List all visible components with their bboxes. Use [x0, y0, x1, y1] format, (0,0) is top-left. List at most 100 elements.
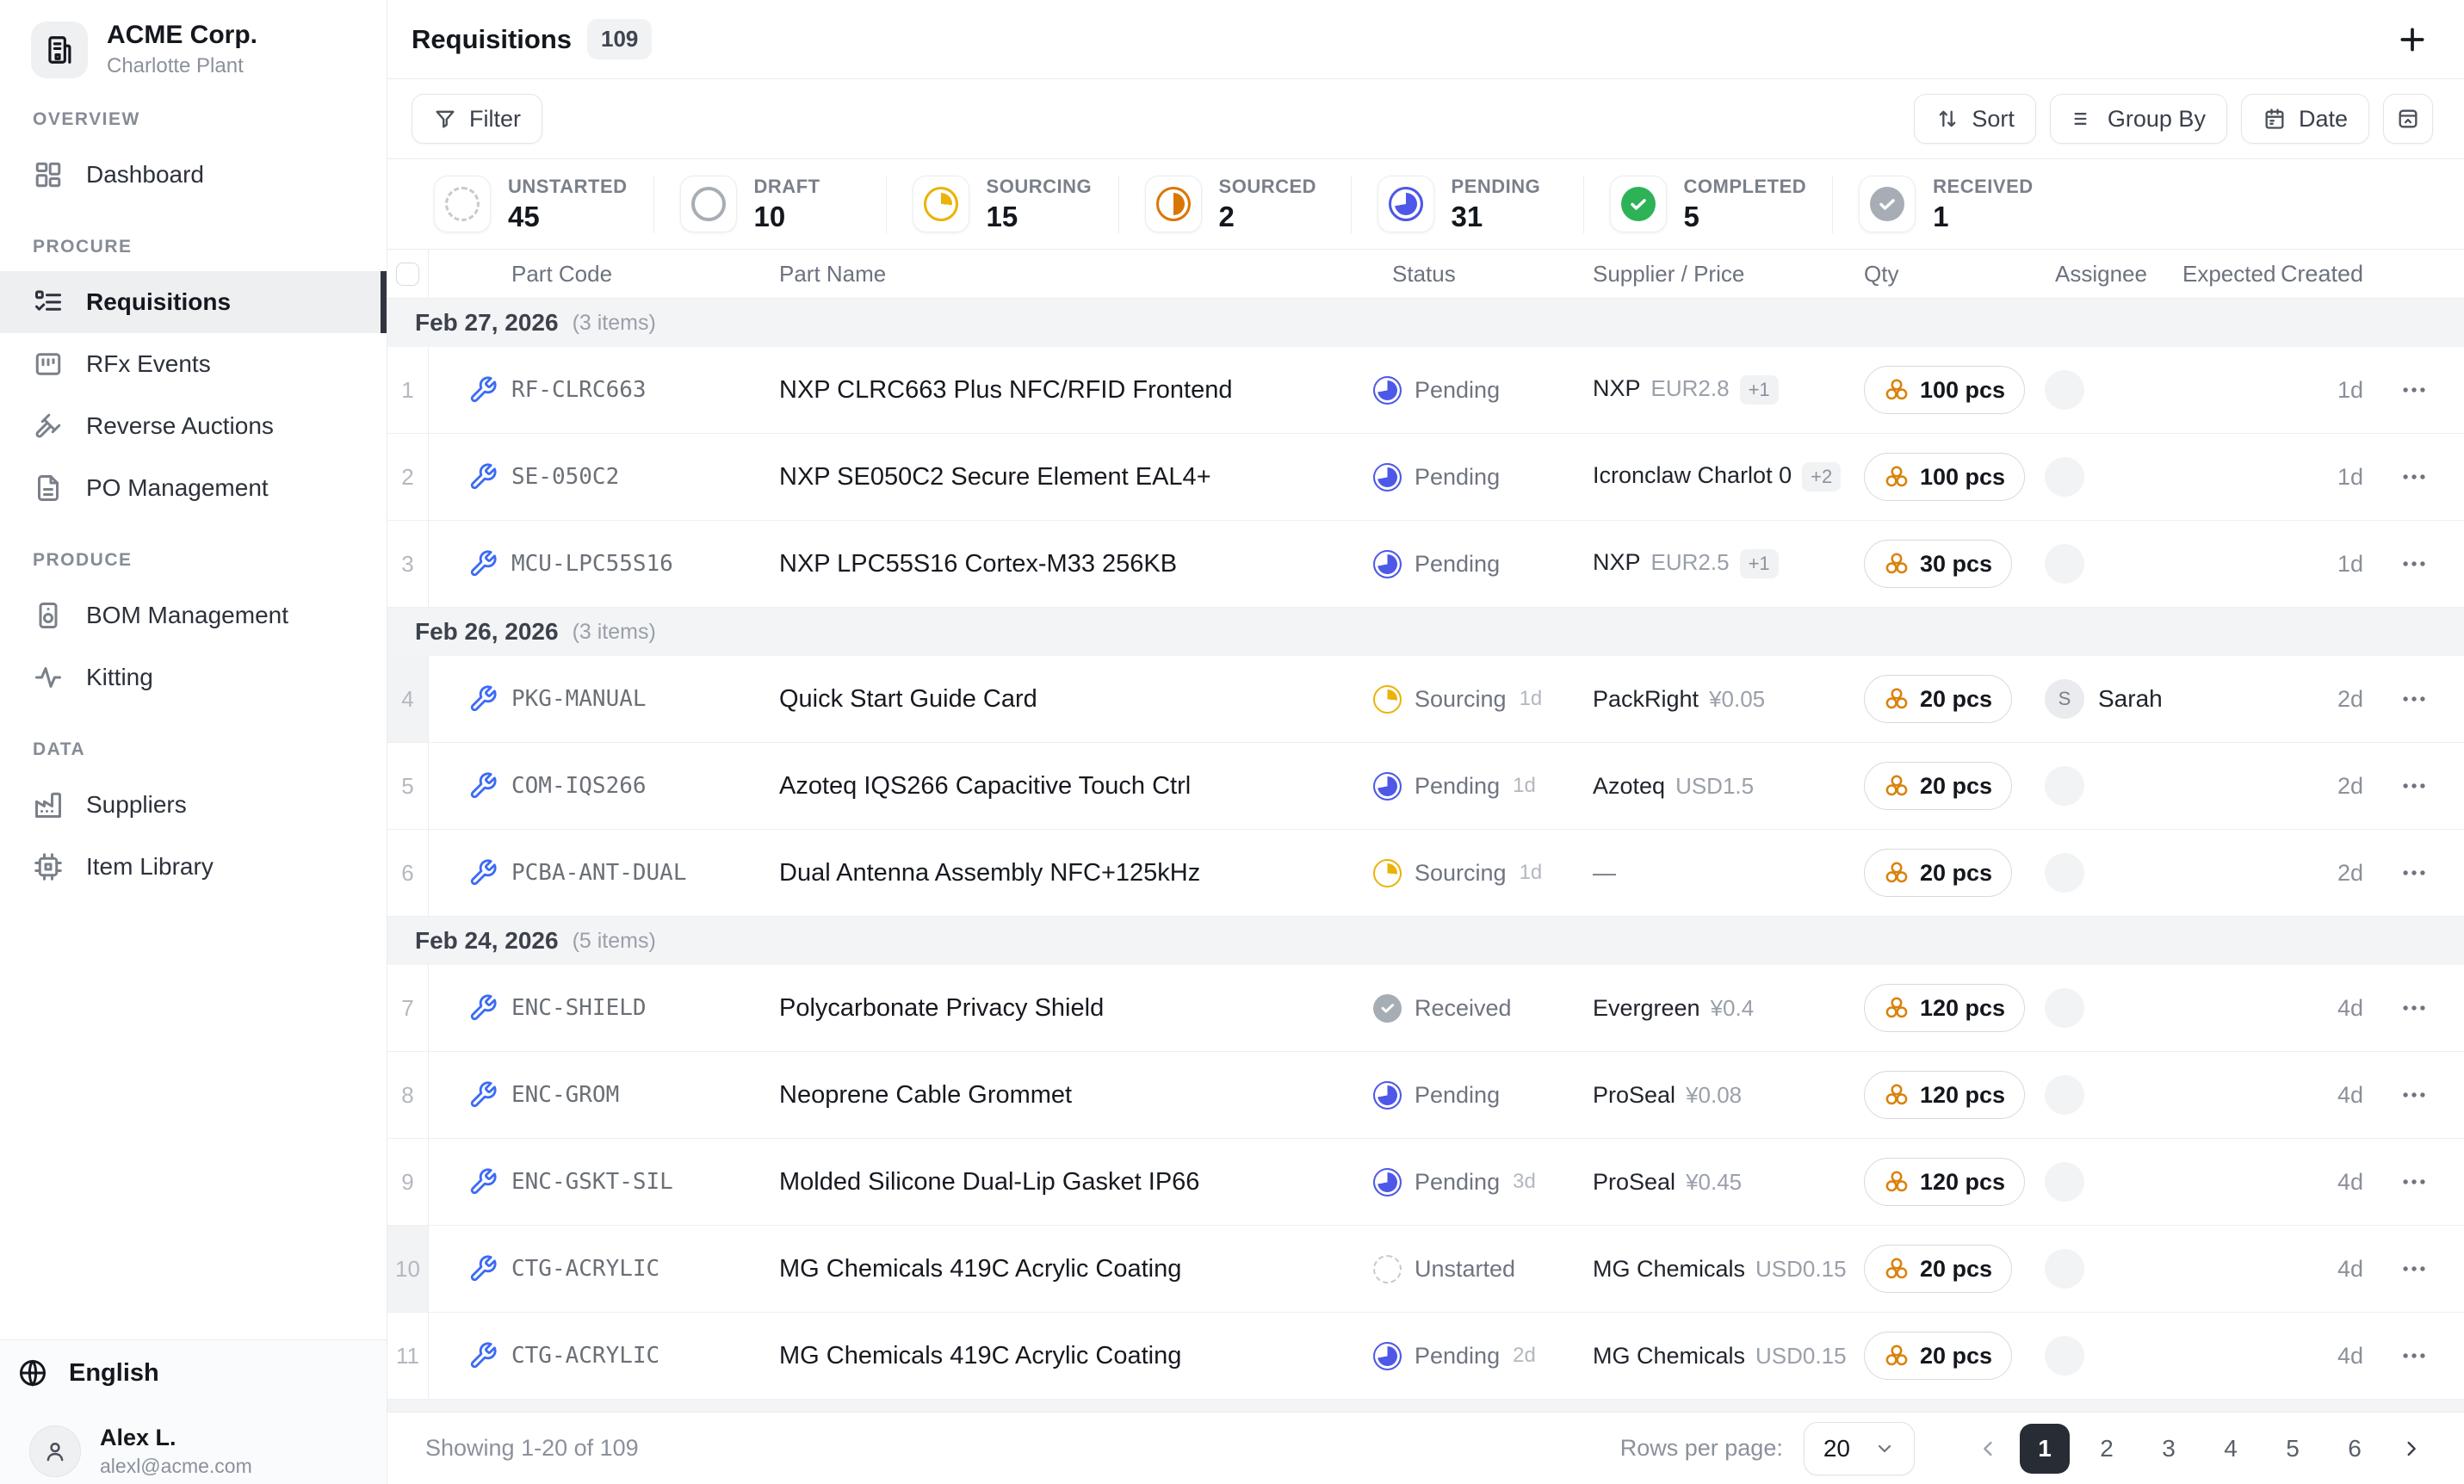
group-count: (3 items): [573, 620, 656, 645]
qty-pill: 30 pcs: [1864, 540, 2012, 588]
section-label-data: DATA: [0, 708, 387, 774]
summary-sourcing[interactable]: SOURCING 15: [913, 176, 1119, 233]
summary-value: 45: [508, 201, 628, 233]
part-name: Quick Start Guide Card: [779, 685, 1037, 713]
table-row[interactable]: 8 ENC-GROM Neoprene Cable Grommet Pendin…: [387, 1052, 2464, 1139]
group-count: (5 items): [573, 929, 656, 954]
row-menu-button[interactable]: [2363, 771, 2464, 801]
summary-label: DRAFT: [754, 176, 820, 198]
created-cell: 2d: [2273, 860, 2363, 887]
row-menu-button[interactable]: [2363, 549, 2464, 578]
table-row[interactable]: 11 CTG-ACRYLIC MG Chemicals 419C Acrylic…: [387, 1313, 2464, 1400]
row-menu-button[interactable]: [2363, 1167, 2464, 1196]
prev-page-button[interactable]: [1970, 1424, 2008, 1474]
row-menu-button[interactable]: [2363, 684, 2464, 714]
rows-per-page-select[interactable]: 20: [1804, 1422, 1915, 1475]
units-icon: [1884, 377, 1910, 403]
row-menu-button[interactable]: [2363, 1254, 2464, 1283]
user-menu[interactable]: Alex L. alexl@acme.com: [29, 1425, 369, 1478]
panel-chevron-icon: [2396, 107, 2420, 131]
summary-value: 2: [1219, 201, 1317, 233]
sidebar-item-rfx-events[interactable]: RFx Events: [0, 333, 387, 395]
qty-pill: 20 pcs: [1864, 762, 2012, 810]
page-button-1[interactable]: 1: [2020, 1424, 2070, 1474]
chip-icon: [33, 851, 64, 882]
summary-pending[interactable]: PENDING 31: [1377, 176, 1584, 233]
table-row[interactable]: 4 PKG-MANUAL Quick Start Guide Card Sour…: [387, 656, 2464, 743]
next-page-button[interactable]: [2392, 1424, 2430, 1474]
row-menu-button[interactable]: [2363, 462, 2464, 492]
sidebar-item-item-library[interactable]: Item Library: [0, 836, 387, 898]
status-draft-icon: [691, 187, 726, 221]
table-row[interactable]: 1 RF-CLRC663 NXP CLRC663 Plus NFC/RFID F…: [387, 347, 2464, 434]
page-button-2[interactable]: 2: [2082, 1424, 2132, 1474]
part-name: MG Chemicals 419C Acrylic Coating: [779, 1342, 1181, 1370]
qty-value: 20 pcs: [1920, 1343, 1992, 1370]
table-row[interactable]: 9 ENC-GSKT-SIL Molded Silicone Dual-Lip …: [387, 1139, 2464, 1226]
supplier-price: USD0.15: [1755, 1256, 1847, 1283]
sidebar-item-requisitions[interactable]: Requisitions: [0, 271, 387, 333]
row-menu-button[interactable]: [2363, 375, 2464, 405]
sidebar-item-reverse-auctions[interactable]: Reverse Auctions: [0, 395, 387, 457]
summary-received[interactable]: RECEIVED 1: [1859, 176, 2065, 233]
status-label: Sourcing: [1415, 686, 1507, 713]
row-menu-button[interactable]: [2363, 858, 2464, 887]
language-selector[interactable]: English: [17, 1354, 369, 1392]
sort-button[interactable]: Sort: [1914, 94, 2036, 144]
rfx-card-icon: [33, 349, 64, 380]
sidebar-item-po-management[interactable]: PO Management: [0, 457, 387, 519]
date-button[interactable]: Date: [2241, 94, 2369, 144]
table-row[interactable]: 3 MCU-LPC55S16 NXP LPC55S16 Cortex-M33 2…: [387, 521, 2464, 608]
table-row[interactable]: 2 SE-050C2 NXP SE050C2 Secure Element EA…: [387, 434, 2464, 521]
page-button-4[interactable]: 4: [2206, 1424, 2256, 1474]
table-row[interactable]: 5 COM-IQS266 Azoteq IQS266 Capacitive To…: [387, 743, 2464, 830]
user-email: alexl@acme.com: [100, 1455, 252, 1478]
status-received-icon: [1373, 994, 1402, 1023]
table-row[interactable]: 7 ENC-SHIELD Polycarbonate Privacy Shiel…: [387, 965, 2464, 1052]
table-row[interactable]: 10 CTG-ACRYLIC MG Chemicals 419C Acrylic…: [387, 1226, 2464, 1313]
table-header: Part Code Part Name Status Supplier / Pr…: [387, 250, 2464, 299]
org-switcher[interactable]: ACME Corp. Charlotte Plant: [0, 0, 387, 78]
status-label: Pending: [1415, 773, 1500, 800]
assignee-avatar-empty: [2045, 988, 2084, 1028]
row-number: 2: [387, 434, 429, 520]
status-sourcing-icon: [924, 187, 958, 221]
wrench-icon: [468, 1080, 498, 1110]
row-menu-button[interactable]: [2363, 1341, 2464, 1370]
funnel-icon: [433, 107, 457, 131]
units-icon: [1884, 551, 1910, 577]
header-checkbox-cell: [387, 250, 429, 298]
sidebar-item-bom-management[interactable]: BOM Management: [0, 584, 387, 646]
page-button-3[interactable]: 3: [2144, 1424, 2194, 1474]
supplier-name: Evergreen: [1593, 995, 1700, 1022]
page-button-5[interactable]: 5: [2268, 1424, 2318, 1474]
status-pending-icon: [1373, 550, 1402, 578]
filter-button[interactable]: Filter: [412, 94, 542, 144]
summary-completed[interactable]: COMPLETED 5: [1610, 176, 1834, 233]
supplier-price: EUR2.8: [1651, 375, 1730, 402]
page-button-6[interactable]: 6: [2330, 1424, 2380, 1474]
summary-draft[interactable]: DRAFT 10: [680, 176, 887, 233]
select-all-checkbox[interactable]: [396, 263, 419, 286]
sidebar-bottom: English Alex L. alexl@acme.com: [0, 1339, 387, 1484]
summary-sourced[interactable]: SOURCED 2: [1145, 176, 1352, 233]
sidebar-item-dashboard[interactable]: Dashboard: [0, 144, 387, 206]
view-options-button[interactable]: [2383, 94, 2433, 144]
status-unstarted-icon: [445, 187, 480, 221]
table-row[interactable]: 6 PCBA-ANT-DUAL Dual Antenna Assembly NF…: [387, 830, 2464, 917]
sidebar-item-suppliers[interactable]: Suppliers: [0, 774, 387, 836]
col-supplier-price: Supplier / Price: [1593, 261, 1864, 288]
row-menu-button[interactable]: [2363, 1080, 2464, 1110]
row-menu-button[interactable]: [2363, 993, 2464, 1023]
group-by-button[interactable]: Group By: [2050, 94, 2227, 144]
status-pending-icon: [1389, 187, 1423, 221]
add-requisition-button[interactable]: [2395, 22, 2430, 57]
units-icon: [1884, 1082, 1910, 1108]
building-icon: [31, 22, 88, 78]
summary-label: RECEIVED: [1933, 176, 2033, 198]
sidebar-item-kitting[interactable]: Kitting: [0, 646, 387, 708]
status-label: Pending: [1415, 1082, 1500, 1109]
status-label: Pending: [1415, 551, 1500, 578]
date-label: Date: [2299, 106, 2348, 133]
summary-unstarted[interactable]: UNSTARTED 45: [434, 176, 654, 233]
